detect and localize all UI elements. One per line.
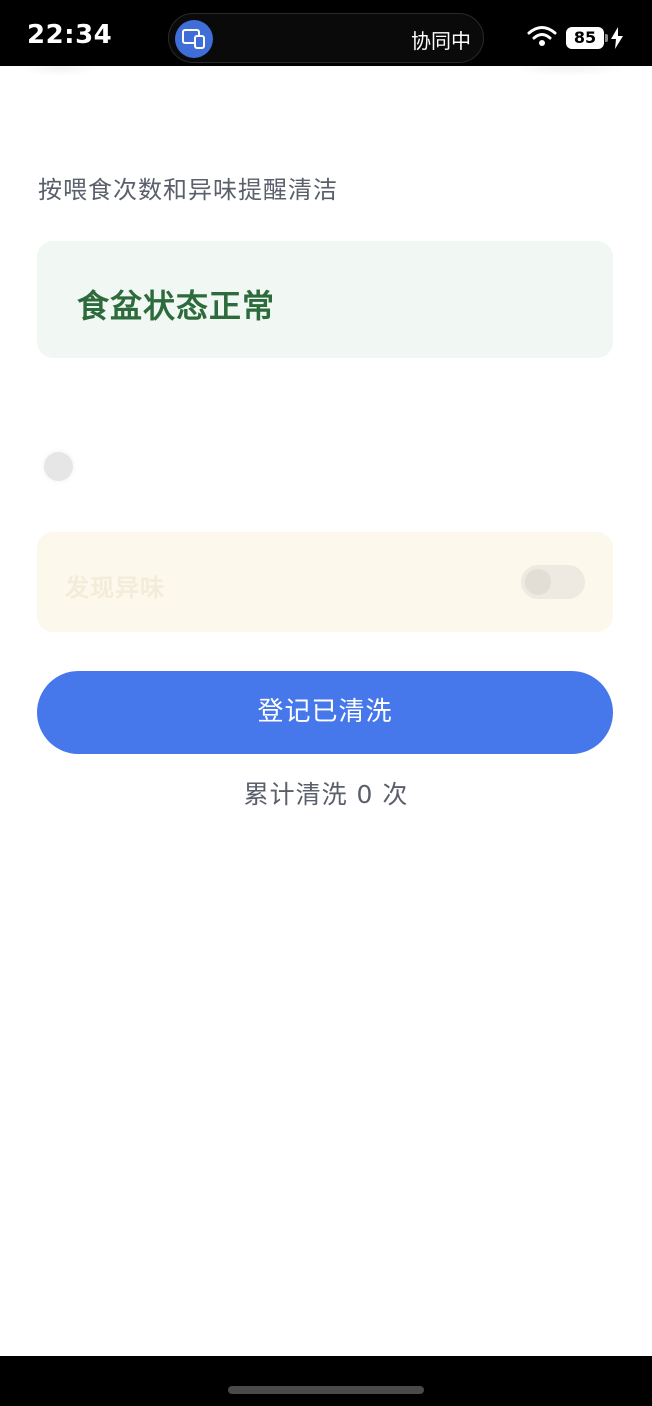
wifi-icon	[527, 26, 557, 46]
status-bar: 22:34 协同中 85	[0, 0, 652, 66]
battery-indicator: 85	[566, 27, 604, 49]
decorative-shadow	[510, 60, 630, 76]
bottom-bar	[0, 1356, 652, 1406]
bowl-status-card: 食盆状态正常	[37, 241, 613, 358]
battery-tip	[605, 34, 608, 42]
odor-label: 发现异味	[65, 574, 165, 602]
toggle-knob	[525, 569, 551, 595]
odor-card: 发现异味	[37, 532, 613, 632]
decorative-shadow	[20, 60, 100, 76]
reminder-hint: 按喂食次数和异味提醒清洁	[38, 176, 338, 204]
status-time: 22:34	[27, 20, 113, 50]
clean-count-text: 累计清洗 0 次	[243, 780, 409, 809]
multi-device-icon	[175, 20, 213, 58]
bolt-icon	[611, 27, 623, 49]
odor-toggle[interactable]	[521, 565, 585, 599]
status-dot	[44, 452, 73, 481]
dynamic-island[interactable]: 协同中	[168, 13, 484, 63]
register-cleaned-button[interactable]: 登记已清洗	[37, 671, 613, 754]
island-status-text: 协同中	[411, 29, 471, 53]
home-indicator[interactable]	[228, 1386, 424, 1394]
bowl-status-title: 食盆状态正常	[77, 287, 276, 325]
